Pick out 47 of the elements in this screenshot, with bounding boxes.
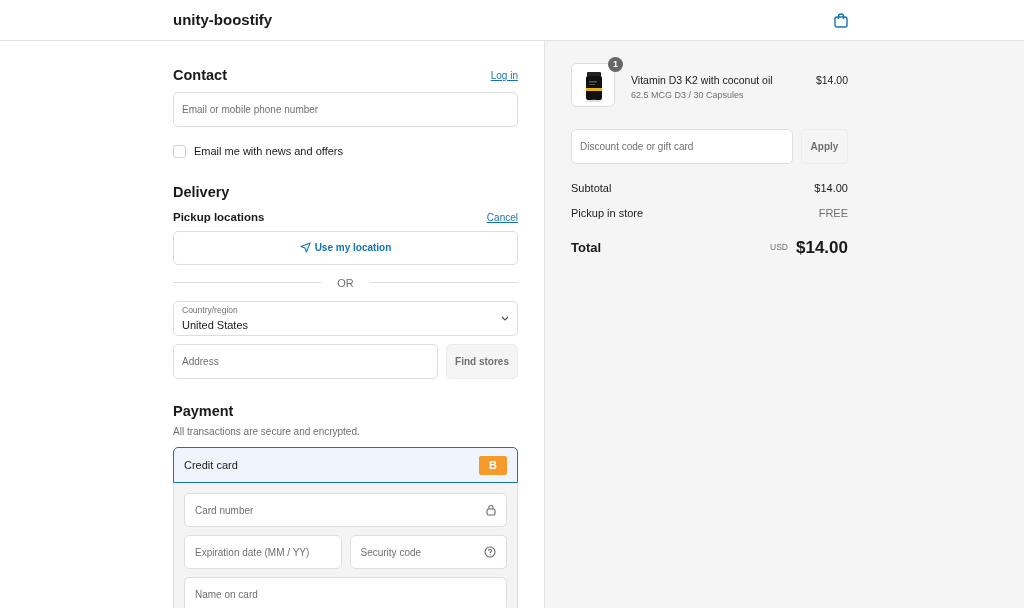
section-heading: Delivery: [173, 183, 231, 202]
summary-value: $14.00: [814, 181, 848, 196]
divider-label: OR: [337, 275, 354, 291]
store-name[interactable]: unity-boostify: [173, 8, 273, 32]
summary-value: FREE: [818, 205, 848, 221]
subsection-heading: Pickup locations: [173, 210, 265, 226]
input-field[interactable]: Expiration date (MM / YY): [184, 535, 342, 570]
product-variant: 62.5 MCG D3 / 30 Capsules: [631, 88, 745, 102]
field-value: United States: [182, 317, 249, 333]
checkbox-label: Email me with news and offers: [194, 144, 343, 160]
product-price: $14.00: [815, 73, 848, 88]
product-name: Vitamin D3 K2 with coconut oil: [631, 73, 774, 88]
summary-label: Pickup in store: [571, 205, 644, 221]
find-stores-button[interactable]: Find stores: [446, 344, 518, 380]
placeholder-text: Card number: [195, 503, 254, 518]
payment-option[interactable]: Credit card B: [173, 447, 518, 484]
lock-icon: [486, 504, 496, 517]
email-field[interactable]: Email or mobile phone number: [173, 92, 518, 128]
summary-label: Subtotal: [571, 181, 612, 196]
card-badge: B: [479, 456, 507, 475]
address-field[interactable]: Address: [173, 344, 438, 380]
discount-field[interactable]: Discount code or gift card: [571, 129, 793, 164]
help-icon[interactable]: [484, 546, 496, 559]
placeholder-text: Expiration date (MM / YY): [195, 545, 310, 560]
section-heading: Contact: [173, 67, 227, 85]
placeholder-text: Name on card: [195, 587, 258, 602]
total-amount: $14.00: [796, 237, 848, 259]
option-label: Credit card: [184, 458, 238, 474]
section-heading: Payment: [173, 403, 235, 421]
input-field[interactable]: Security code: [349, 535, 507, 570]
country-select[interactable]: Country/region United States: [173, 301, 518, 337]
cancel-link[interactable]: Cancel: [486, 210, 518, 226]
apply-button[interactable]: Apply: [801, 129, 848, 164]
field-label: Country/region: [182, 303, 239, 317]
login-link[interactable]: Log in: [490, 68, 518, 84]
checkbox[interactable]: [173, 145, 186, 159]
input-field[interactable]: Card number: [184, 493, 507, 528]
currency-code: USD: [770, 241, 788, 255]
placeholder-text: Security code: [360, 545, 422, 560]
chevron-down-icon: [501, 316, 509, 322]
use-location-button[interactable]: Use my location: [173, 230, 518, 265]
total-label: Total: [571, 239, 602, 257]
section-subtitle: All transactions are secure and encrypted.: [173, 425, 361, 440]
quantity-badge: 1: [608, 57, 623, 72]
shopping-bag-icon[interactable]: [834, 12, 848, 28]
navigation-arrow-icon: [299, 242, 311, 254]
input-field[interactable]: Name on card: [184, 577, 507, 608]
